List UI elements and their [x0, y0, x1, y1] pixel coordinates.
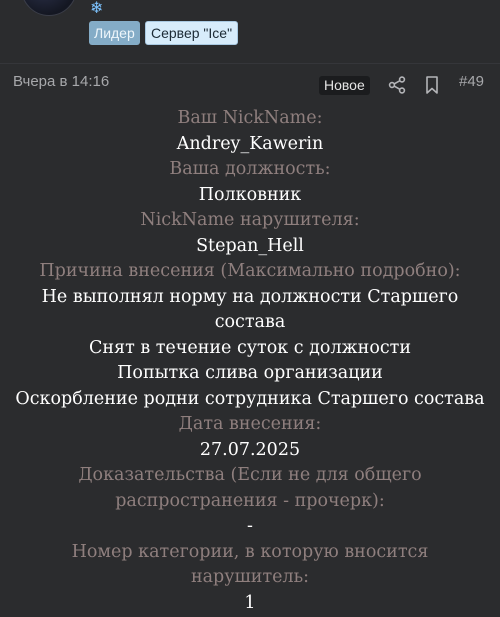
line-date-value: 27.07.2025	[199, 439, 301, 460]
post-number-link[interactable]: #49	[459, 73, 484, 90]
line-nickname-value: Andrey_Kawerin	[176, 133, 324, 154]
line-evidence-label-2: распространения - прочерк):	[115, 490, 385, 511]
line-date-label: Дата внесения:	[178, 414, 322, 434]
line-evidence-value: -	[247, 516, 253, 536]
snowflake-icon: ❄	[90, 0, 104, 17]
leader-badge: Лидер	[89, 21, 140, 45]
line-position-value: Полковник	[198, 184, 302, 205]
avatar[interactable]	[21, 0, 77, 16]
line-nickname-label: Ваш NickName:	[177, 108, 323, 128]
line-category-label-1: Номер категории, в которую вносится	[71, 541, 429, 562]
bookmark-icon[interactable]	[423, 75, 441, 95]
new-badge: Новое	[319, 76, 370, 95]
line-reason-value-3: Снят в течение суток с должности	[88, 337, 411, 358]
line-reason-value-2: состава	[214, 312, 286, 332]
line-reason-value-5: Оскорбление родни сотрудника Старшего со…	[15, 388, 485, 409]
share-icon[interactable]	[387, 75, 407, 95]
line-category-value: 1	[244, 592, 256, 613]
line-violator-label: NickName нарушителя:	[140, 210, 360, 230]
line-evidence-label-1: Доказательства (Если не для общего	[78, 465, 422, 485]
line-violator-value: Stepan_Hell	[196, 235, 304, 256]
line-reason-value-4: Попытка слива организации	[117, 363, 383, 383]
post-date-link[interactable]: Вчера в 14:16	[13, 73, 109, 90]
line-reason-value-1: Не выполнял норму на должности Старшего	[41, 286, 459, 307]
server-badge: Сервер "Ice"	[145, 21, 239, 45]
line-category-label-2: нарушитель:	[190, 567, 310, 587]
line-reason-label: Причина внесения (Максимально подробно):	[39, 261, 461, 281]
line-position-label: Ваша должность:	[169, 159, 331, 179]
post-content: Ваш NickName: Andrey_Kawerin Ваша должно…	[0, 106, 500, 616]
post-divider	[0, 63, 500, 64]
